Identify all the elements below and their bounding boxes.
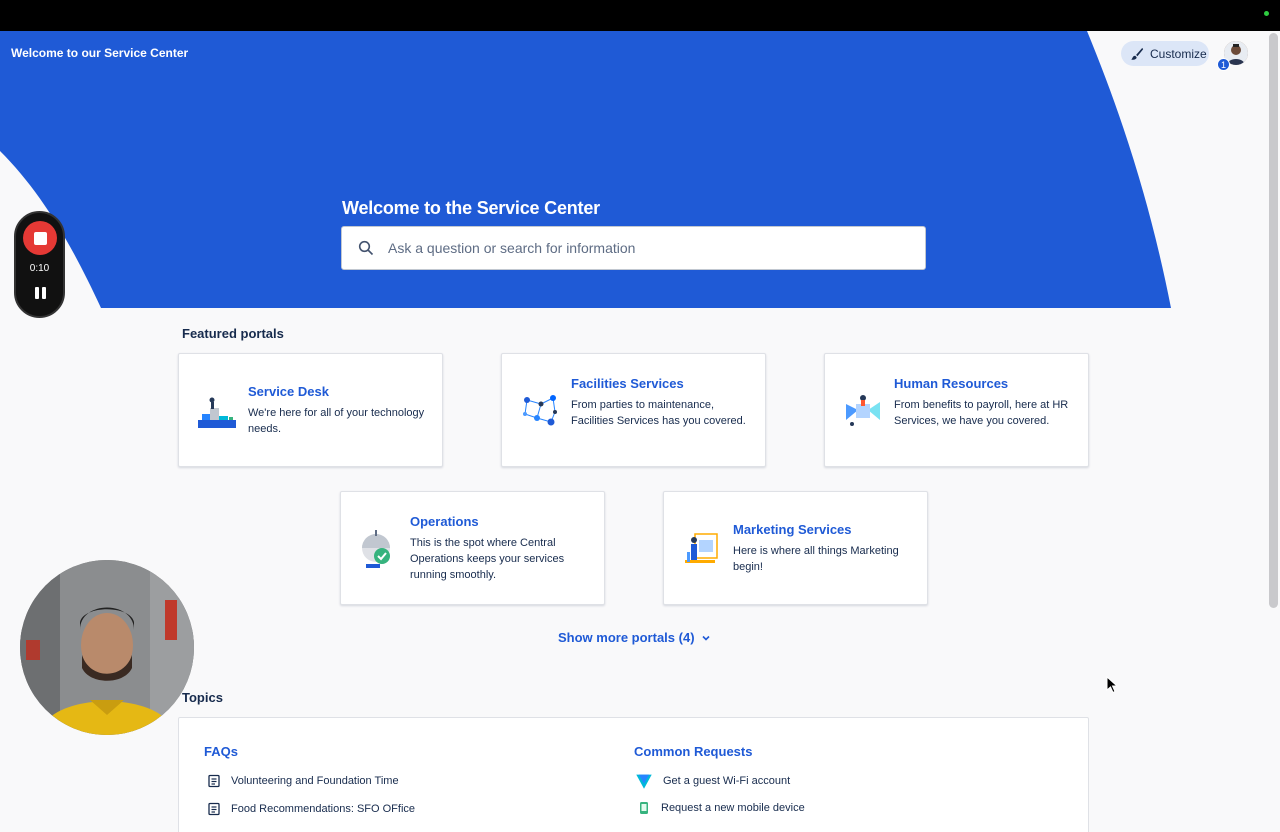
portal-description: We're here for all of your technology ne… [248, 407, 425, 435]
mouse-cursor-icon [1106, 676, 1118, 694]
topics-heading: Topics [182, 690, 223, 705]
portal-name: Operations [410, 514, 479, 529]
show-more-portals-button[interactable]: Show more portals (4) [558, 630, 711, 645]
portal-description: Here is where all things Marketing begin… [733, 545, 899, 573]
customize-label: Customize [1150, 46, 1207, 61]
recording-timer: 0:10 [29, 263, 50, 274]
portal-name: Human Resources [894, 376, 1009, 391]
portal-description: From benefits to payroll, here at HR Ser… [894, 399, 1069, 427]
portal-card-operations[interactable]: Operations This is the spot where Centra… [340, 491, 605, 605]
wifi-icon [636, 774, 652, 789]
portal-name: Service Desk [248, 384, 329, 399]
faq-item[interactable]: Volunteering and Foundation Time [207, 774, 399, 788]
common-requests-heading[interactable]: Common Requests [634, 744, 752, 759]
faq-item[interactable]: Food Recommendations: SFO OFfice [207, 802, 415, 816]
portal-card-marketing-services[interactable]: Marketing Services Here is where all thi… [663, 491, 928, 605]
customize-button[interactable]: Customize [1121, 41, 1209, 66]
portal-description: This is the spot where Central Operation… [410, 537, 565, 581]
portal-name: Marketing Services [733, 522, 852, 537]
stop-icon [33, 231, 47, 245]
faq-item-label: Food Recommendations: SFO OFfice [231, 803, 416, 815]
screen-top-bar [0, 0, 1280, 31]
portal-name: Facilities Services [571, 376, 684, 391]
stop-recording-button[interactable] [23, 221, 57, 255]
portal-description: From parties to maintenance, Facilities … [571, 399, 746, 427]
human-resources-icon [846, 395, 880, 426]
pause-recording-button[interactable] [33, 287, 47, 301]
notification-badge: 1 [1217, 58, 1230, 71]
pause-icon [34, 287, 39, 299]
search-bar[interactable] [341, 226, 926, 270]
page-scrollbar[interactable] [1269, 33, 1278, 608]
site-title[interactable]: Welcome to our Service Center [11, 46, 188, 60]
article-icon [208, 774, 220, 788]
faqs-heading[interactable]: FAQs [204, 744, 238, 759]
faq-item-label: Volunteering and Foundation Time [231, 775, 399, 787]
service-desk-icon [198, 397, 236, 428]
article-icon [208, 802, 220, 816]
portal-card-human-resources[interactable]: Human Resources From benefits to payroll… [824, 353, 1089, 467]
marketing-icon [685, 533, 718, 563]
hero-title: Welcome to the Service Center [342, 198, 600, 218]
camera-indicator-icon [1264, 11, 1269, 16]
portal-card-facilities-services[interactable]: Facilities Services From parties to main… [501, 353, 766, 467]
request-item-label: Get a guest Wi-Fi account [663, 775, 791, 787]
portal-card-service-desk[interactable]: Service Desk We're here for all of your … [178, 353, 443, 467]
webcam-overlay [20, 560, 194, 735]
request-item[interactable]: Get a guest Wi-Fi account [635, 772, 790, 790]
facilities-icon [523, 395, 557, 426]
show-more-label: Show more portals (4) [558, 630, 695, 645]
mobile-device-icon [640, 802, 648, 814]
search-input[interactable] [388, 240, 925, 256]
featured-portals-heading: Featured portals [182, 326, 284, 341]
request-item-label: Request a new mobile device [661, 802, 805, 814]
operations-icon [362, 530, 390, 568]
paintbrush-icon [1131, 47, 1144, 60]
request-item[interactable]: Request a new mobile device [637, 801, 805, 815]
chevron-down-icon [701, 635, 710, 641]
topics-panel: FAQs Volunteering and Foundation Time Fo… [178, 717, 1089, 832]
search-icon [358, 240, 374, 256]
screen-recorder-widget: 0:10 [14, 211, 65, 318]
